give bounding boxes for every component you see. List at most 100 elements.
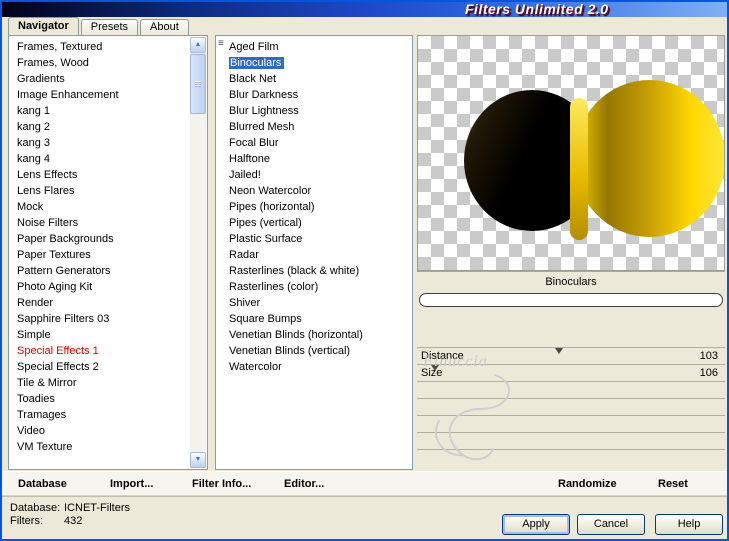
category-item[interactable]: kang 1 <box>17 103 190 119</box>
category-item[interactable]: Noise Filters <box>17 215 190 231</box>
category-item[interactable]: Gradients <box>17 71 190 87</box>
category-item[interactable]: Tramages <box>17 407 190 423</box>
category-item[interactable]: Lens Flares <box>17 183 190 199</box>
category-item[interactable]: Special Effects 2 <box>17 359 190 375</box>
category-item[interactable]: Render <box>17 295 190 311</box>
tab-about[interactable]: About <box>140 19 189 35</box>
filter-item[interactable]: Square Bumps <box>229 311 411 327</box>
category-items: Frames, Textured Frames, Wood Gradients Ima… <box>10 36 190 469</box>
title-bar[interactable]: Filters Unlimited 2.0 <box>2 2 727 17</box>
database-button[interactable]: Database <box>18 472 67 497</box>
editor-button[interactable]: Editor... <box>284 472 324 497</box>
filter-item[interactable]: Rasterlines (color) <box>229 279 411 295</box>
tab-presets-label: Presets <box>90 21 129 33</box>
filter-item[interactable]: Blurred Mesh <box>229 119 411 135</box>
filter-item[interactable]: Pipes (horizontal) <box>229 199 411 215</box>
tab-about-label: About <box>150 21 179 33</box>
filter-item[interactable]: Black Net <box>229 71 411 87</box>
reset-button[interactable]: Reset <box>658 472 688 497</box>
category-item[interactable]: Paper Backgrounds <box>17 231 190 247</box>
filter-item[interactable]: Rasterlines (black & white) <box>229 263 411 279</box>
lens-right <box>574 80 724 237</box>
filter-item[interactable]: Watercolor <box>229 359 411 375</box>
tab-presets[interactable]: Presets <box>80 19 139 35</box>
scroll-down-icon[interactable]: ▼ <box>190 452 206 468</box>
filter-item[interactable]: Pipes (vertical) <box>229 215 411 231</box>
filter-item[interactable]: Venetian Blinds (vertical) <box>229 343 411 359</box>
empty-parameter-row <box>417 415 725 432</box>
lens-seam <box>570 98 588 240</box>
category-item[interactable]: Image Enhancement <box>17 87 190 103</box>
empty-parameter-row <box>417 432 725 449</box>
filter-item[interactable]: Blur Lightness <box>229 103 411 119</box>
parameter-slider-row[interactable]: Distance 103 <box>417 347 725 364</box>
parameter-value: 106 <box>699 366 718 379</box>
empty-parameter-row <box>417 398 725 415</box>
category-item[interactable]: Frames, Textured <box>17 39 190 55</box>
category-list: Frames, Textured Frames, Wood Gradients Ima… <box>8 35 208 470</box>
filter-item[interactable]: Shiver <box>229 295 411 311</box>
progress-bar <box>419 293 723 307</box>
category-item[interactable]: kang 3 <box>17 135 190 151</box>
filter-item[interactable]: Focal Blur <box>229 135 411 151</box>
parameter-rows: Distance 103 Size 106 <box>417 347 725 470</box>
filter-items: Aged Film Binoculars Black Net Blur Darknes… <box>217 36 411 469</box>
parameter-value: 103 <box>699 349 718 362</box>
category-item[interactable]: Toadies <box>17 391 190 407</box>
filter-info-button[interactable]: Filter Info... <box>192 472 251 497</box>
parameter-slider-row[interactable]: Size 106 <box>417 364 725 381</box>
preview-image <box>417 35 725 271</box>
filter-item[interactable]: Aged Film <box>229 39 411 55</box>
category-item[interactable]: Sapphire Filters 03 <box>17 311 190 327</box>
parameter-name: Distance <box>421 349 464 362</box>
status-bar: Database: ICNET-Filters Filters: 432 Apply… <box>2 496 727 539</box>
empty-parameter-row <box>417 381 725 398</box>
category-item[interactable]: kang 4 <box>17 151 190 167</box>
category-item[interactable]: Lens Effects <box>17 167 190 183</box>
category-item[interactable]: Mock <box>17 199 190 215</box>
filter-item[interactable]: Halftone <box>229 151 411 167</box>
slider-pointer[interactable] <box>554 348 563 354</box>
bottom-toolbar: Database Import... Filter Info... Editor… <box>2 471 727 496</box>
tab-navigator-label: Navigator <box>18 20 69 32</box>
filter-item[interactable]: Jailed! <box>229 167 411 183</box>
filter-item[interactable]: Binoculars <box>229 55 411 71</box>
filter-item[interactable]: Venetian Blinds (horizontal) <box>229 327 411 343</box>
category-item[interactable]: VM Texture <box>17 439 190 455</box>
slider-pointer[interactable] <box>431 365 440 371</box>
empty-parameter-row <box>417 449 725 466</box>
scrollbar-thumb[interactable] <box>190 54 206 114</box>
selected-filter: Binoculars <box>229 57 285 69</box>
filter-item[interactable]: Blur Darkness <box>229 87 411 103</box>
category-item[interactable]: Video <box>17 423 190 439</box>
apply-button[interactable]: Apply <box>502 514 570 535</box>
preview-filter-name: Binoculars <box>545 275 597 288</box>
tab-bar: Navigator Presets About <box>8 17 189 35</box>
preview-filter-name-bar: Binoculars <box>417 271 725 291</box>
category-scrollbar[interactable]: ▲ ▼ <box>190 37 206 468</box>
scroll-up-icon[interactable]: ▲ <box>190 37 206 53</box>
category-item[interactable]: Simple <box>17 327 190 343</box>
status-filters-label: Filters: <box>10 515 43 527</box>
category-item[interactable]: Frames, Wood <box>17 55 190 71</box>
filter-item[interactable]: Neon Watercolor <box>229 183 411 199</box>
preview-panel: Binoculars Distance 103 Size 106 Finuccia <box>417 35 725 470</box>
status-database-value: ICNET-Filters <box>64 502 130 514</box>
help-button[interactable]: Help <box>655 514 723 535</box>
cancel-button[interactable]: Cancel <box>577 514 645 535</box>
category-item[interactable]: Special Effects 1 <box>17 343 190 359</box>
status-database-label: Database: <box>10 502 61 514</box>
tab-navigator[interactable]: Navigator <box>8 17 79 35</box>
import-button[interactable]: Import... <box>110 472 153 497</box>
category-item[interactable]: Paper Textures <box>17 247 190 263</box>
filter-item[interactable]: Radar <box>229 247 411 263</box>
category-item[interactable]: kang 2 <box>17 119 190 135</box>
status-filters: Filters: 432 <box>10 515 82 527</box>
category-item[interactable]: Pattern Generators <box>17 263 190 279</box>
randomize-button[interactable]: Randomize <box>558 472 617 497</box>
category-item[interactable]: Tile & Mirror <box>17 375 190 391</box>
category-item[interactable]: Photo Aging Kit <box>17 279 190 295</box>
filter-item[interactable]: Plastic Surface <box>229 231 411 247</box>
status-filters-value: 432 <box>64 515 83 527</box>
status-database: Database: ICNET-Filters <box>10 502 130 514</box>
